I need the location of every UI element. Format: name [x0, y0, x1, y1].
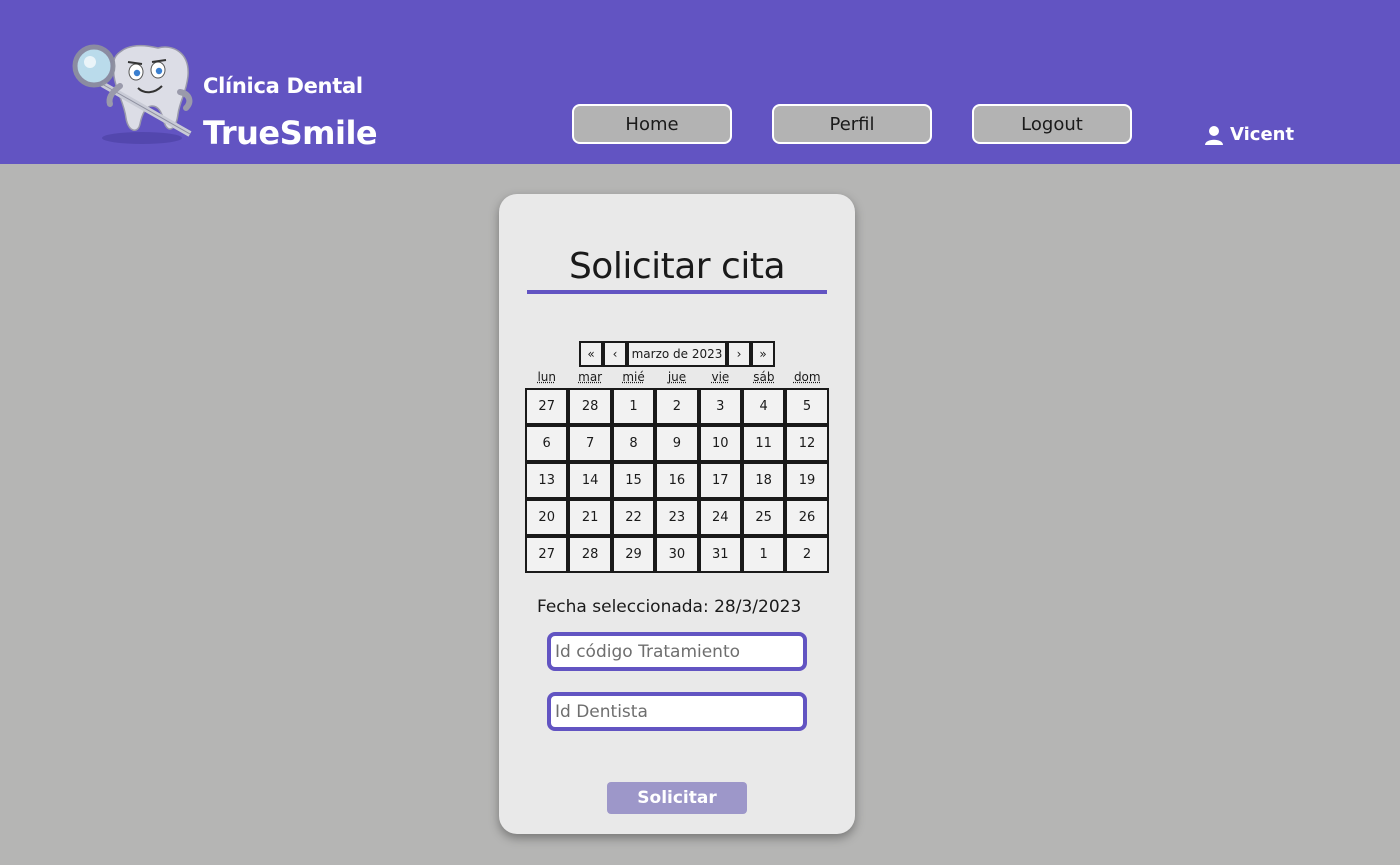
calendar-day[interactable]: 28 [568, 388, 612, 425]
calendar-day[interactable]: 14 [568, 462, 612, 499]
treatment-id-input[interactable] [547, 632, 807, 671]
calendar-day[interactable]: 28 [568, 536, 612, 573]
user-name: Vicent [1230, 124, 1295, 145]
calendar-day[interactable]: 29 [611, 536, 656, 573]
calendar-prev-year-button[interactable]: « [579, 341, 603, 367]
brand-subtitle: Clínica Dental [203, 74, 363, 98]
weekday-label: mié [622, 370, 645, 384]
user-icon [1205, 125, 1223, 145]
calendar-day[interactable]: 1 [741, 536, 786, 573]
calendar-day[interactable]: 27 [525, 536, 569, 573]
calendar-day[interactable]: 13 [525, 462, 569, 499]
calendar-day[interactable]: 11 [741, 425, 786, 462]
calendar-day[interactable]: 15 [611, 462, 656, 499]
calendar-day[interactable]: 25 [741, 499, 786, 536]
calendar-day[interactable]: 8 [611, 425, 656, 462]
calendar-day[interactable]: 18 [741, 462, 786, 499]
calendar-day[interactable]: 16 [655, 462, 699, 499]
calendar-day[interactable]: 17 [698, 462, 742, 499]
calendar-day[interactable]: 23 [655, 499, 699, 536]
calendar-day[interactable]: 19 [785, 462, 829, 499]
selected-date: Fecha seleccionada: 28/3/2023 [537, 597, 802, 617]
dentist-id-input[interactable] [547, 692, 807, 731]
weekday-label: mar [578, 370, 603, 384]
nav-profile-button[interactable]: Perfil [772, 104, 932, 144]
calendar-weekdays: lun mar mié jue vie sáb dom [525, 370, 829, 384]
calendar-day[interactable]: 1 [611, 388, 656, 425]
calendar-grid: 27 28 1 2 3 4 5 6 7 8 9 10 11 12 13 14 15 16 17 18 19 20 21 22 2… [525, 388, 829, 573]
weekday-label: vie [711, 370, 730, 384]
calendar-day[interactable]: 3 [698, 388, 742, 425]
calendar-day[interactable]: 12 [785, 425, 829, 462]
page-title: Solicitar cita [568, 246, 786, 287]
calendar-day[interactable]: 5 [785, 388, 829, 425]
calendar-day[interactable]: 31 [698, 536, 742, 573]
calendar-day[interactable]: 4 [741, 388, 786, 425]
calendar-day[interactable]: 6 [525, 425, 569, 462]
calendar-month-label[interactable]: marzo de 2023 [627, 341, 727, 367]
calendar-day[interactable]: 24 [698, 499, 742, 536]
calendar-prev-month-button[interactable]: ‹ [603, 341, 627, 367]
calendar-day[interactable]: 2 [785, 536, 829, 573]
calendar-day[interactable]: 20 [525, 499, 569, 536]
nav-home-button[interactable]: Home [572, 104, 732, 144]
calendar-day[interactable]: 7 [568, 425, 612, 462]
user-menu[interactable]: Vicent [1204, 124, 1294, 145]
calendar-next-month-button[interactable]: › [727, 341, 751, 367]
calendar-next-year-button[interactable]: » [751, 341, 775, 367]
calendar-day[interactable]: 2 [655, 388, 699, 425]
weekday-label: jue [667, 370, 687, 384]
tooth-magnifier-logo [72, 44, 193, 144]
appointment-card: Solicitar cita « ‹ marzo de 2023 › » lun… [499, 194, 855, 834]
calendar-day[interactable]: 26 [785, 499, 829, 536]
calendar-day[interactable]: 9 [655, 425, 699, 462]
submit-button[interactable]: Solicitar [607, 782, 747, 814]
calendar-day[interactable]: 22 [611, 499, 656, 536]
header: Clínica Dental TrueSmile Home Perfil Log… [0, 0, 1400, 164]
brand-title: TrueSmile [203, 114, 378, 152]
title-divider [527, 290, 827, 294]
calendar-day[interactable]: 30 [655, 536, 699, 573]
nav-logout-button[interactable]: Logout [972, 104, 1132, 144]
weekday-label: lun [537, 370, 556, 384]
weekday-label: dom [793, 370, 821, 384]
weekday-label: sáb [753, 370, 775, 384]
calendar-day[interactable]: 10 [698, 425, 742, 462]
calendar-day[interactable]: 21 [568, 499, 612, 536]
calendar-day[interactable]: 27 [525, 388, 569, 425]
